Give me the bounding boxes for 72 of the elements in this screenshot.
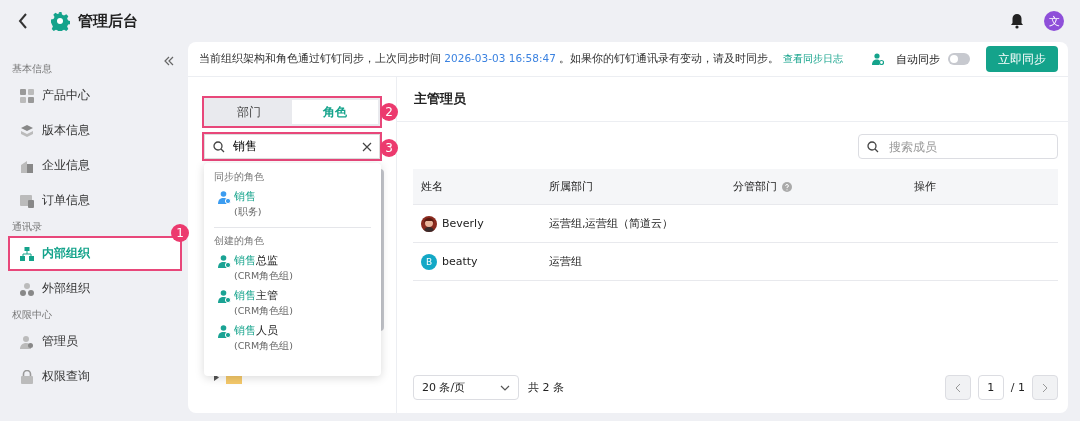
grid-icon [20,88,34,103]
person-icon [218,254,231,268]
nav-item[interactable]: 权限查询 [10,361,180,392]
group-label: 同步的角色 [214,171,265,184]
search-icon [213,140,225,153]
page-count: / 1 [1010,381,1025,394]
person-sync-icon [218,190,231,204]
page-number-field[interactable]: 1 [977,375,1004,400]
clear-icon[interactable] [362,141,372,152]
department-cell: 运营组 [549,254,582,269]
lock-icon [20,369,34,384]
nav-item[interactable]: 版本信息 [10,115,180,146]
search-icon [867,140,879,153]
member-search-field[interactable]: 搜索成员 [858,134,1058,159]
role-result-item[interactable]: 销售 (职务) [218,190,371,219]
building-icon [20,158,34,173]
role-result-item[interactable]: 销售总监 (CRM角色组) [218,254,371,283]
person-icon [218,289,231,303]
role-name: 销售人员 [234,324,278,338]
column-header: 姓名 [421,179,443,194]
org-chart-icon [20,246,34,261]
step-badge: 2 [380,103,398,121]
nav-item[interactable]: 管理员 [10,326,180,357]
role-name: 销售主管 [234,289,278,303]
step-badge: 3 [380,139,398,157]
section-label: 权限中心 [12,308,52,322]
document-icon [20,193,34,208]
chevron-right-icon [1042,382,1048,393]
caret-icon [500,384,510,391]
auto-sync-toggle[interactable] [948,53,970,65]
step-badge: 1 [171,224,189,242]
nav-item[interactable]: 订单信息 [10,185,180,216]
person-icon [20,334,34,349]
layers-icon [20,123,34,138]
group-icon [20,281,34,296]
total-count: 共 2 条 [528,380,564,395]
role-result-item[interactable]: 销售人员 (CRM角色组) [218,324,371,353]
role-name: 销售 [234,190,256,204]
section-label: 基本信息 [12,62,52,76]
department-cell: 运营组,运营组（简道云） [549,216,674,231]
role-type: (CRM角色组) [234,340,294,353]
auto-sync-label: 自动同步 [896,51,940,67]
person-gear-icon [872,53,884,65]
nav-item[interactable]: 企业信息 [10,150,180,181]
user-avatar[interactable]: 文 [1044,11,1064,31]
role-name: 销售总监 [234,254,278,268]
section-label: 通讯录 [12,220,42,234]
role-type: (CRM角色组) [234,270,294,283]
nav-item[interactable]: 外部组织 [10,273,180,304]
chevron-left-icon [954,382,961,393]
role-result-item[interactable]: 销售主管 (CRM角色组) [218,289,371,318]
sync-notice: 当前组织架构和角色通过钉钉同步，上次同步时间 2026-03-03 16:58:47 。如果你的钉钉通讯录有变动，请及时同步。 查看同步日志 [199,52,844,66]
column-header: 所属部门 [549,179,593,194]
role-type: (职务) [234,206,263,219]
role-search-field[interactable]: 销售 [204,134,380,159]
page-size-select[interactable]: 20 条/页 [413,375,519,400]
column-header: 操作 [914,179,936,194]
panel-title: 主管理员 [397,77,1068,122]
bell-icon[interactable] [1010,13,1024,29]
collapse-icon[interactable] [164,56,174,66]
letter-avatar: B [421,253,437,270]
gear-icon [50,11,70,31]
tab[interactable]: 部门 [206,100,292,124]
group-label: 创建的角色 [214,235,265,248]
role-type: (CRM角色组) [234,305,294,318]
member-name: Beverly [442,217,484,230]
person-icon [218,324,231,338]
nav-item[interactable]: 产品中心 [10,80,180,111]
column-header: 分管部门 [733,179,777,194]
back-icon[interactable] [18,13,28,29]
member-name: beatty [442,255,478,268]
app-title: 管理后台 [78,11,138,31]
